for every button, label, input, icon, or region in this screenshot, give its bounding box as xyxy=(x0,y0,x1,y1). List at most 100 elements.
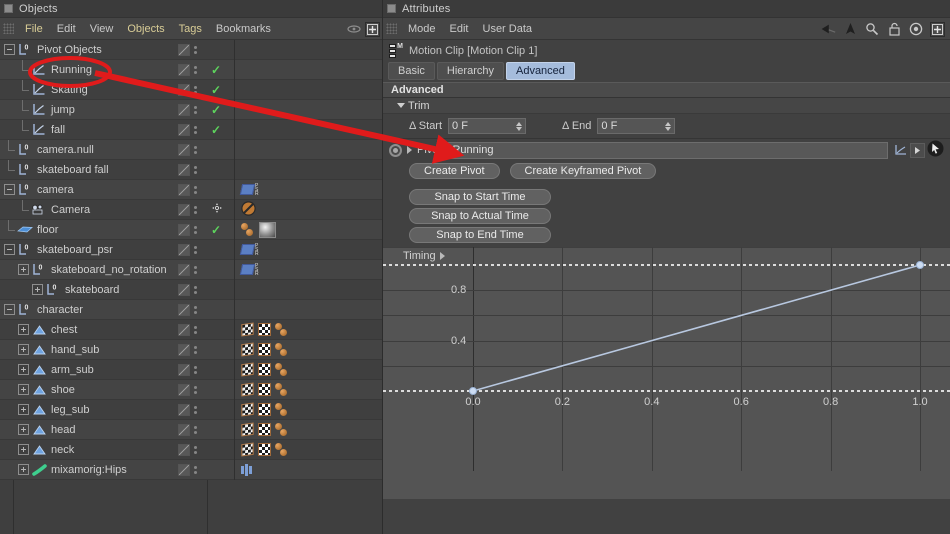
visibility-dots-icon[interactable] xyxy=(193,265,198,274)
tree-row-enable-cell[interactable]: ✓ xyxy=(208,99,235,120)
tex-skew-tag[interactable] xyxy=(241,362,254,377)
tree-row-enable-cell[interactable] xyxy=(208,339,235,360)
tree-row-visibility-cell[interactable] xyxy=(175,223,208,236)
layer-swatch-icon[interactable] xyxy=(178,243,190,256)
expand-icon[interactable] xyxy=(18,464,29,475)
visibility-dots-icon[interactable] xyxy=(193,145,198,154)
tree-row-tags-cell[interactable] xyxy=(235,200,382,220)
tree-row-visibility-cell[interactable] xyxy=(175,243,208,256)
snap-to-end-time-button[interactable]: Snap to End Time xyxy=(409,227,551,243)
chevron-right-icon[interactable] xyxy=(407,146,412,154)
tree-row-tags-cell[interactable] xyxy=(235,120,382,140)
tree-row-tags-cell[interactable] xyxy=(235,360,382,380)
up-arrow-icon[interactable] xyxy=(842,21,858,37)
tree-row-tags-cell[interactable]: PSR xyxy=(235,240,382,260)
layer-swatch-icon[interactable] xyxy=(178,283,190,296)
tree-row-visibility-cell[interactable] xyxy=(175,383,208,396)
tree-row-visibility-cell[interactable] xyxy=(175,103,208,116)
tree-row[interactable]: floor ✓ xyxy=(0,219,382,240)
psr-tag[interactable]: PSR xyxy=(239,183,259,196)
snap-to-start-time-button[interactable]: Snap to Start Time xyxy=(409,189,551,205)
tex-skew-tag[interactable] xyxy=(241,342,254,357)
tree-row[interactable]: leg_sub xyxy=(0,399,382,420)
tree-row-enable-cell[interactable] xyxy=(208,319,235,340)
tree-row-visibility-cell[interactable] xyxy=(175,443,208,456)
layer-swatch-icon[interactable] xyxy=(178,383,190,396)
expand-icon[interactable] xyxy=(18,344,29,355)
visibility-dots-icon[interactable] xyxy=(193,185,198,194)
tree-row-enable-cell[interactable] xyxy=(208,359,235,380)
collapse-icon[interactable] xyxy=(4,44,15,55)
ball-pair-tag[interactable] xyxy=(275,382,289,397)
layer-swatch-icon[interactable] xyxy=(178,223,190,236)
tree-row-enable-cell[interactable] xyxy=(208,439,235,460)
tree-row-enable-cell[interactable] xyxy=(208,299,235,320)
tree-row-enable-cell[interactable] xyxy=(208,179,235,200)
trim-group-header[interactable]: Trim xyxy=(383,98,950,114)
ball-pair-tag[interactable] xyxy=(275,342,289,357)
tree-row-tags-cell[interactable] xyxy=(235,400,382,420)
tree-row[interactable]: Skating ✓ xyxy=(0,79,382,100)
visibility-dots-icon[interactable] xyxy=(193,325,198,334)
chevron-down-icon[interactable] xyxy=(397,103,405,108)
layer-swatch-icon[interactable] xyxy=(178,183,190,196)
tree-row[interactable]: Running ✓ xyxy=(0,59,382,80)
layer-swatch-icon[interactable] xyxy=(178,63,190,76)
ball-pair-tag[interactable] xyxy=(275,422,289,437)
tree-row-tags-cell[interactable] xyxy=(235,160,382,180)
tree-row-visibility-cell[interactable] xyxy=(175,183,208,196)
tree-row-tags-cell[interactable] xyxy=(235,40,382,60)
pivot-radio-icon[interactable] xyxy=(389,143,402,157)
ball-pair-tag[interactable] xyxy=(241,222,255,237)
timing-chevron-right-icon[interactable] xyxy=(439,252,445,260)
tree-row-visibility-cell[interactable] xyxy=(175,163,208,176)
visibility-dots-icon[interactable] xyxy=(193,245,198,254)
menu-tags[interactable]: Tags xyxy=(172,22,209,36)
trim-start-spinner[interactable] xyxy=(516,121,523,131)
tex-skew-tag[interactable] xyxy=(241,422,254,437)
layer-swatch-icon[interactable] xyxy=(178,423,190,436)
tex-skew-tag[interactable] xyxy=(241,402,254,417)
layer-swatch-icon[interactable] xyxy=(178,323,190,336)
visibility-dots-icon[interactable] xyxy=(193,105,198,114)
visibility-dots-icon[interactable] xyxy=(193,225,198,234)
tree-row-visibility-cell[interactable] xyxy=(175,463,208,476)
psr-tag[interactable]: PSR xyxy=(239,243,259,256)
tab-advanced[interactable]: Advanced xyxy=(505,62,575,80)
tree-row-enable-cell[interactable] xyxy=(208,199,235,220)
lock-icon[interactable] xyxy=(886,21,902,37)
tree-row-tags-cell[interactable] xyxy=(235,220,382,240)
tree-row-enable-cell[interactable] xyxy=(208,279,235,300)
tree-row-enable-cell[interactable] xyxy=(208,259,235,280)
visibility-dots-icon[interactable] xyxy=(193,345,198,354)
create-keyframed-pivot-button[interactable]: Create Keyframed Pivot xyxy=(509,163,657,179)
eye-visibility-icon[interactable] xyxy=(346,21,362,37)
tex-tag[interactable] xyxy=(258,443,271,456)
visibility-dots-icon[interactable] xyxy=(193,465,198,474)
tree-row-tags-cell[interactable] xyxy=(235,140,382,160)
expand-icon[interactable] xyxy=(18,404,29,415)
tree-row-visibility-cell[interactable] xyxy=(175,63,208,76)
tree-row-visibility-cell[interactable] xyxy=(175,203,208,216)
tree-row-visibility-cell[interactable] xyxy=(175,283,208,296)
check-icon[interactable]: ✓ xyxy=(211,104,221,116)
check-icon[interactable]: ✓ xyxy=(211,124,221,136)
visibility-dots-icon[interactable] xyxy=(193,45,198,54)
tree-row-visibility-cell[interactable] xyxy=(175,303,208,316)
layer-swatch-icon[interactable] xyxy=(178,463,190,476)
check-icon[interactable]: ✓ xyxy=(211,224,221,236)
tree-row-visibility-cell[interactable] xyxy=(175,123,208,136)
material-sphere-tag[interactable] xyxy=(259,221,276,238)
visibility-dots-icon[interactable] xyxy=(193,205,198,214)
tab-basic[interactable]: Basic xyxy=(388,62,435,80)
tree-row-enable-cell[interactable] xyxy=(208,239,235,260)
expand-icon[interactable] xyxy=(18,264,29,275)
visibility-dots-icon[interactable] xyxy=(193,365,198,374)
tree-row-tags-cell[interactable] xyxy=(235,380,382,400)
expand-icon[interactable] xyxy=(18,424,29,435)
tree-row-visibility-cell[interactable] xyxy=(175,423,208,436)
menu-objects[interactable]: Objects xyxy=(120,22,171,36)
visibility-dots-icon[interactable] xyxy=(193,405,198,414)
tree-row-tags-cell[interactable] xyxy=(235,440,382,460)
timing-curve-control-point[interactable] xyxy=(469,387,477,395)
